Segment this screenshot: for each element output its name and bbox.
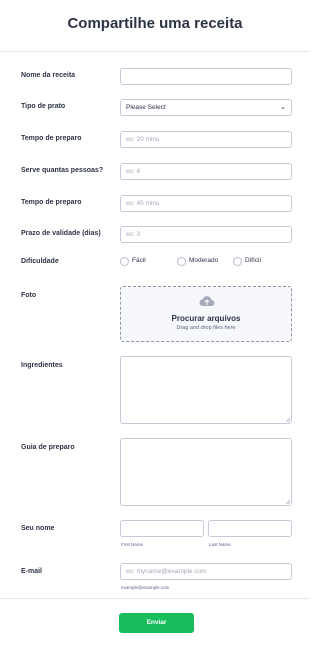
recipe-name-label: Nome da receita [21, 72, 76, 79]
shelf-life-label: Prazo de validade (dias) [21, 230, 101, 237]
servings-label: Serve quantas pessoas? [21, 167, 104, 174]
difficulty-label: Dificuldade [21, 258, 59, 265]
prep-time-2-label: Tempo de preparo [21, 199, 82, 206]
first-name-input[interactable] [120, 520, 204, 537]
prep-time-label: Tempo de preparo [21, 135, 82, 142]
ingredients-label: Ingredientes [21, 362, 63, 369]
drag-drop-hint: Drag and drop files here [176, 325, 236, 331]
dish-type-select[interactable]: Please Select ⌄ [120, 99, 292, 116]
email-input[interactable]: ex: myname@example.com [120, 563, 292, 580]
browse-files-label: Procurar arquivos [171, 314, 241, 323]
form-header: Compartilhe uma receita [0, 0, 310, 52]
resize-grip-icon[interactable] [285, 499, 290, 504]
radio-circle[interactable] [120, 257, 129, 266]
photo-label: Foto [21, 292, 37, 299]
dish-type-label: Tipo de prato [21, 103, 66, 110]
email-hint: example@example.com [121, 585, 170, 590]
radio-circle[interactable] [177, 257, 186, 266]
chevron-down-icon: ⌄ [280, 104, 286, 111]
first-name-sublabel: First Name [121, 542, 144, 547]
shelf-life-input[interactable]: ex: 3 [120, 226, 292, 243]
email-label: E-mail [21, 568, 43, 575]
radio-label: Moderado [189, 257, 219, 264]
file-upload-dropzone[interactable]: Procurar arquivos Drag and drop files he… [120, 286, 292, 342]
prep-time-2-input[interactable]: ex: 45 mins [120, 195, 292, 212]
radio-label: Fácil [132, 257, 146, 264]
your-name-label: Seu nome [21, 525, 55, 532]
difficulty-radio-group: Fácil Moderado Difícil [120, 256, 292, 268]
radio-label: Difícil [245, 257, 261, 264]
cloud-upload-icon [199, 296, 215, 307]
footer-divider [0, 598, 310, 599]
guide-label: Guia de preparo [21, 444, 75, 451]
last-name-input[interactable] [208, 520, 292, 537]
recipe-name-input[interactable] [120, 68, 292, 85]
submit-button[interactable]: Enviar [119, 613, 194, 633]
radio-circle[interactable] [233, 257, 242, 266]
dish-type-value: Please Select [126, 104, 166, 111]
servings-input[interactable]: ex: 4 [120, 163, 292, 180]
resize-grip-icon[interactable] [285, 417, 290, 422]
guide-textarea[interactable] [120, 438, 292, 506]
form-title: Compartilhe uma receita [67, 15, 243, 32]
prep-time-input[interactable]: ex: 20 mins [120, 131, 292, 148]
ingredients-textarea[interactable] [120, 356, 292, 424]
last-name-sublabel: Last Name [209, 542, 231, 547]
